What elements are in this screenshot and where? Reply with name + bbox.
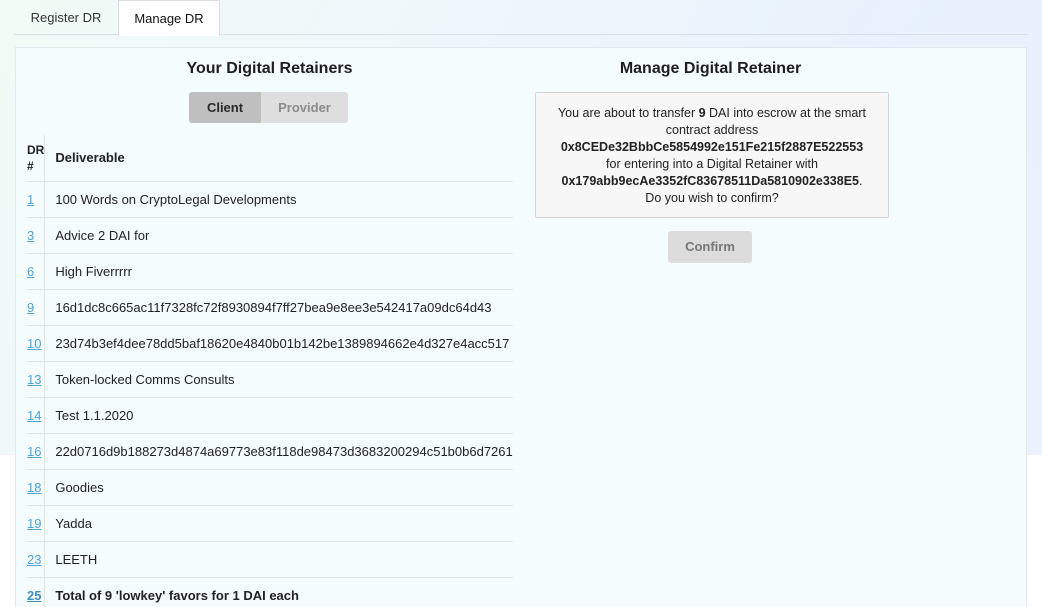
dr-number-link[interactable]: 23 <box>27 552 41 567</box>
dr-number-link[interactable]: 18 <box>27 480 41 495</box>
dr-number-cell: 9 <box>27 289 46 326</box>
deliverable-cell: Total of 9 'lowkey' favors for 1 DAI eac… <box>44 577 513 607</box>
deliverable-cell: Goodies <box>44 469 513 506</box>
client-toggle-button[interactable]: Client <box>189 92 261 123</box>
dr-number-cell: 16 <box>27 433 46 470</box>
dr-number-link[interactable]: 19 <box>27 516 41 531</box>
dr-number-cell: 3 <box>27 217 46 254</box>
dr-number-link[interactable]: 9 <box>27 300 34 315</box>
tab-bar: Register DR Manage DR <box>14 0 1028 36</box>
table-row: 18 Goodies <box>27 469 513 506</box>
dr-number-link[interactable]: 13 <box>27 372 41 387</box>
table-row: 10 23d74b3ef4dee78dd5baf18620e4840b01b142… <box>27 325 513 362</box>
table-row: 19 Yadda <box>27 505 513 542</box>
dr-number-link[interactable]: 1 <box>27 192 34 207</box>
transfer-confirmation-notice: You are about to transfer 9 DAI into esc… <box>535 92 889 218</box>
dr-number-cell: 25 <box>27 577 46 607</box>
dr-number-cell: 23 <box>27 541 46 578</box>
deliverable-cell: Yadda <box>44 505 513 542</box>
confirm-button[interactable]: Confirm <box>668 231 752 263</box>
dr-number-cell: 13 <box>27 361 46 398</box>
deliverable-cell: Test 1.1.2020 <box>44 397 513 434</box>
table-row: 9 16d1dc8c665ac11f7328fc72f8930894f7ff27b… <box>27 289 513 326</box>
dr-number-link[interactable]: 3 <box>27 228 34 243</box>
transfer-amount: 9 <box>698 106 706 120</box>
notice-text-middle: for entering into a Digital Retainer wit… <box>606 157 818 171</box>
table-row: 3 Advice 2 DAI for <box>27 217 513 254</box>
table-row: 23 LEETH <box>27 541 513 578</box>
table-header-row: DR # Deliverable <box>27 135 513 182</box>
table-row: 6 High Fiverrrrr <box>27 253 513 290</box>
confirm-question: Do you wish to confirm? <box>645 191 779 205</box>
notice-period: . <box>859 174 863 188</box>
tab-register-dr[interactable]: Register DR <box>14 0 118 35</box>
table-row: 14 Test 1.1.2020 <box>27 397 513 434</box>
contract-address: 0x8CEDe32BbbCe5854992e151Fe215f2887E5225… <box>560 140 864 154</box>
deliverable-header: Deliverable <box>44 135 513 182</box>
provider-toggle-button[interactable]: Provider <box>261 92 348 123</box>
dr-number-cell: 14 <box>27 397 46 434</box>
counterparty-address: 0x179abb9ecAe3352fC83678511Da5810902e338… <box>561 174 859 188</box>
table-row: 25 Total of 9 'lowkey' favors for 1 DAI e… <box>27 577 513 607</box>
your-digital-retainers-title: Your Digital Retainers <box>186 60 353 77</box>
dr-number-link[interactable]: 10 <box>27 336 41 351</box>
deliverable-cell: 100 Words on CryptoLegal Developments <box>44 181 513 218</box>
deliverable-cell: 22d0716d9b188273d4874a69773e83f118de9847… <box>44 433 513 470</box>
table-row: 1 100 Words on CryptoLegal Developments <box>27 181 513 218</box>
table-row: 13 Token-locked Comms Consults <box>27 361 513 398</box>
dr-number-cell: 18 <box>27 469 46 506</box>
manage-digital-retainer-title: Manage Digital Retainer <box>619 60 802 77</box>
role-toggle: Client Provider <box>189 92 348 123</box>
notice-text-pre: You are about to transfer <box>557 106 699 120</box>
tab-manage-dr[interactable]: Manage DR <box>118 0 220 36</box>
dr-number-link[interactable]: 25 <box>27 588 41 603</box>
dr-number-header: DR # <box>27 135 46 182</box>
deliverable-cell: Token-locked Comms Consults <box>44 361 513 398</box>
dr-number-cell: 1 <box>27 181 46 218</box>
table-row: 16 22d0716d9b188273d4874a69773e83f118de98… <box>27 433 513 470</box>
deliverable-cell: Advice 2 DAI for <box>44 217 513 254</box>
deliverable-cell: 23d74b3ef4dee78dd5baf18620e4840b01b142be… <box>44 325 513 362</box>
dr-number-cell: 10 <box>27 325 46 362</box>
manage-dr-panel: Your Digital Retainers Client Provider D… <box>15 47 1027 607</box>
dr-number-link[interactable]: 6 <box>27 264 34 279</box>
deliverable-cell: High Fiverrrrr <box>44 253 513 290</box>
deliverable-cell: LEETH <box>44 541 513 578</box>
digital-retainers-table: DR # Deliverable 1 100 Words on CryptoLeg… <box>27 135 513 607</box>
deliverable-cell: 16d1dc8c665ac11f7328fc72f8930894f7ff27be… <box>44 289 513 326</box>
dr-number-cell: 19 <box>27 505 46 542</box>
dr-number-cell: 6 <box>27 253 46 290</box>
dr-number-link[interactable]: 14 <box>27 408 41 423</box>
dr-number-link[interactable]: 16 <box>27 444 41 459</box>
